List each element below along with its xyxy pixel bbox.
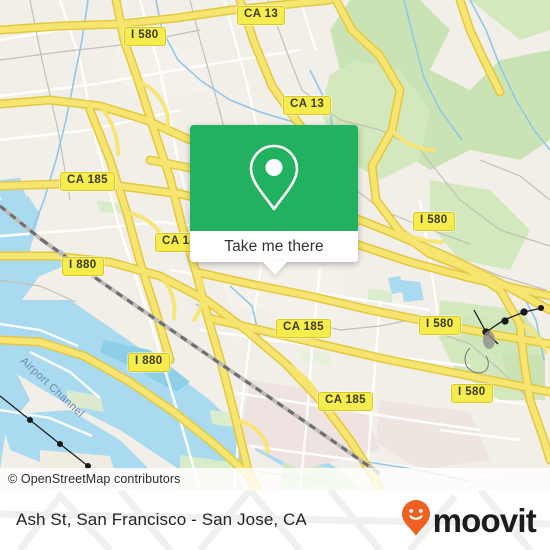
map-canvas[interactable]: Airport Channel CA 13 I 580 CA 13 CA 185 I 5… — [0, 0, 550, 490]
highway-shield: CA 13 — [283, 96, 332, 115]
highway-shield: I 580 — [413, 212, 455, 231]
highway-shield: I 880 — [128, 353, 170, 372]
highway-shield: CA 13 — [237, 6, 286, 25]
moovit-logo[interactable]: moovit — [401, 499, 550, 542]
openstreetmap-attribution[interactable]: © OpenStreetMap contributors — [0, 472, 181, 486]
take-me-there-label: Take me there — [224, 237, 324, 255]
popup-card-footer[interactable]: Take me there — [190, 231, 358, 262]
highway-shield: CA 185 — [276, 319, 331, 338]
highway-shield: I 580 — [124, 27, 166, 46]
popup-card-header — [190, 125, 358, 231]
map-attribution-bar: © OpenStreetMap contributors — [0, 468, 550, 490]
highway-shield: I 580 — [419, 316, 461, 335]
map-pin-icon — [247, 142, 301, 214]
highway-shield: I 580 — [451, 384, 493, 403]
moovit-pin-smiley-icon — [401, 499, 431, 542]
footer-bar: Ash St, San Francisco - San Jose, CA moo… — [0, 490, 550, 550]
popup-pointer-arrow — [262, 261, 288, 275]
highway-shield: CA 185 — [318, 392, 373, 411]
highway-shield: I 880 — [62, 257, 104, 276]
destination-popup-card[interactable]: Take me there — [190, 125, 358, 275]
highway-shield: CA 185 — [60, 172, 115, 191]
moovit-wordmark: moovit — [432, 501, 537, 539]
location-title: Ash St, San Francisco - San Jose, CA — [16, 510, 307, 529]
